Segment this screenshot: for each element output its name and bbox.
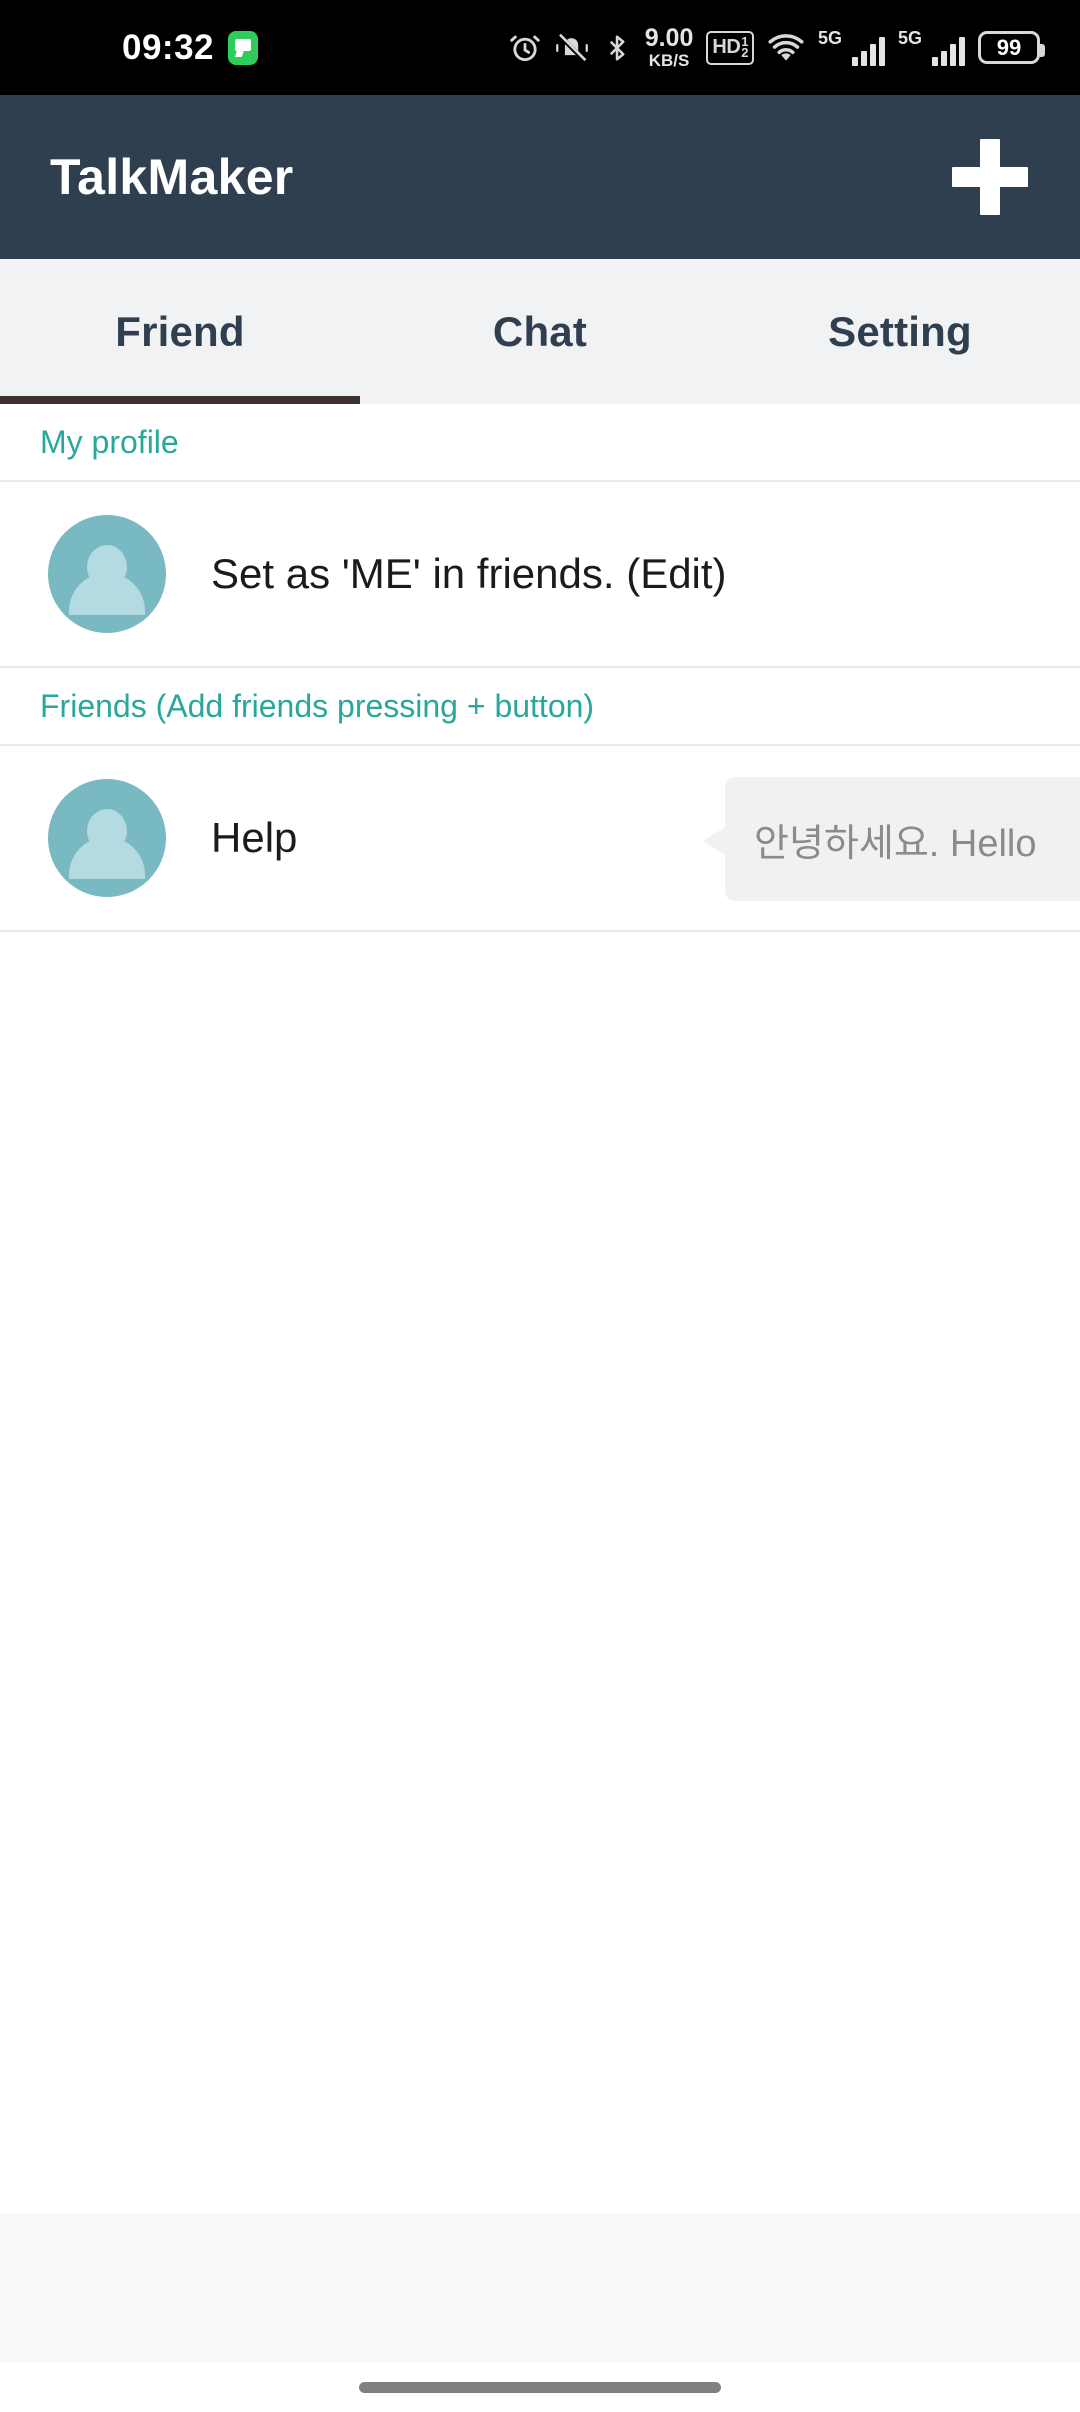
sim1-network-label: 5G [818,27,843,48]
mute-bell-icon [555,33,588,62]
section-header-my-profile-label: My profile [40,423,179,460]
my-profile-row[interactable]: Set as 'ME' in friends. (Edit) [0,482,1080,668]
status-message-bubble: 안녕하세요. Hello [703,777,1080,901]
tab-setting[interactable]: Setting [720,259,1080,404]
tab-friend[interactable]: Friend [0,259,360,404]
status-bar-clock: 09:32 [122,28,215,67]
friend-name: Help [211,814,298,861]
app-screen: 09:32 9.00 KB/S HD 1 2 5G 5G 99 TalkMake… [0,0,1080,2412]
app-bar: TalkMaker [0,95,1080,259]
tab-friend-label: Friend [115,307,245,355]
status-bar-right: 9.00 KB/S HD 1 2 5G 5G 99 [508,24,1045,70]
friend-row[interactable]: Help 안녕하세요. Hello [0,746,1080,932]
avatar-body [69,837,145,879]
hd-sub: 2 [741,44,748,60]
section-header-my-profile: My profile [0,404,1080,482]
my-profile-label: Set as 'ME' in friends. (Edit) [211,550,727,597]
home-indicator[interactable] [359,2382,721,2393]
network-speed-value: 9.00 [644,24,694,52]
message-icon [228,30,259,65]
tab-chat-label: Chat [492,307,588,355]
signal-sim1: 5G [818,27,885,66]
network-speed-unit: KB/S [648,51,690,70]
avatar-body [69,573,145,615]
status-bar: 09:32 9.00 KB/S HD 1 2 5G 5G 99 [0,0,1080,95]
add-friend-button[interactable] [952,139,1028,215]
sim2-network-label: 5G [898,27,923,48]
bottom-pane [0,2213,1080,2363]
person-icon [48,515,166,633]
sim2-bars [932,36,965,66]
tab-setting-label: Setting [828,307,972,355]
person-icon [48,779,166,897]
signal-sim2: 5G [898,27,965,66]
status-message-text: 안녕하세요. Hello [754,822,1037,865]
hd-voice-icon: HD 1 2 [706,30,754,65]
alarm-icon [509,35,540,61]
bluetooth-icon [609,35,625,60]
section-header-friends-label: Friends (Add friends pressing + button) [40,687,595,724]
wifi-icon [768,33,804,61]
network-speed-indicator: 9.00 KB/S [644,24,694,70]
hd-label: HD [712,36,741,58]
tab-bar: Friend Chat Setting [0,259,1080,404]
page-title: TalkMaker [50,149,294,205]
system-navigation-bar [0,2363,1080,2412]
friend-list: My profile Set as 'ME' in friends. (Edit… [0,404,1080,932]
status-bar-left: 09:32 [122,28,259,67]
tab-chat[interactable]: Chat [360,259,720,404]
sim1-bars [852,36,885,66]
battery-level: 99 [996,34,1022,60]
battery-indicator: 99 [978,31,1045,64]
section-header-friends: Friends (Add friends pressing + button) [0,668,1080,746]
